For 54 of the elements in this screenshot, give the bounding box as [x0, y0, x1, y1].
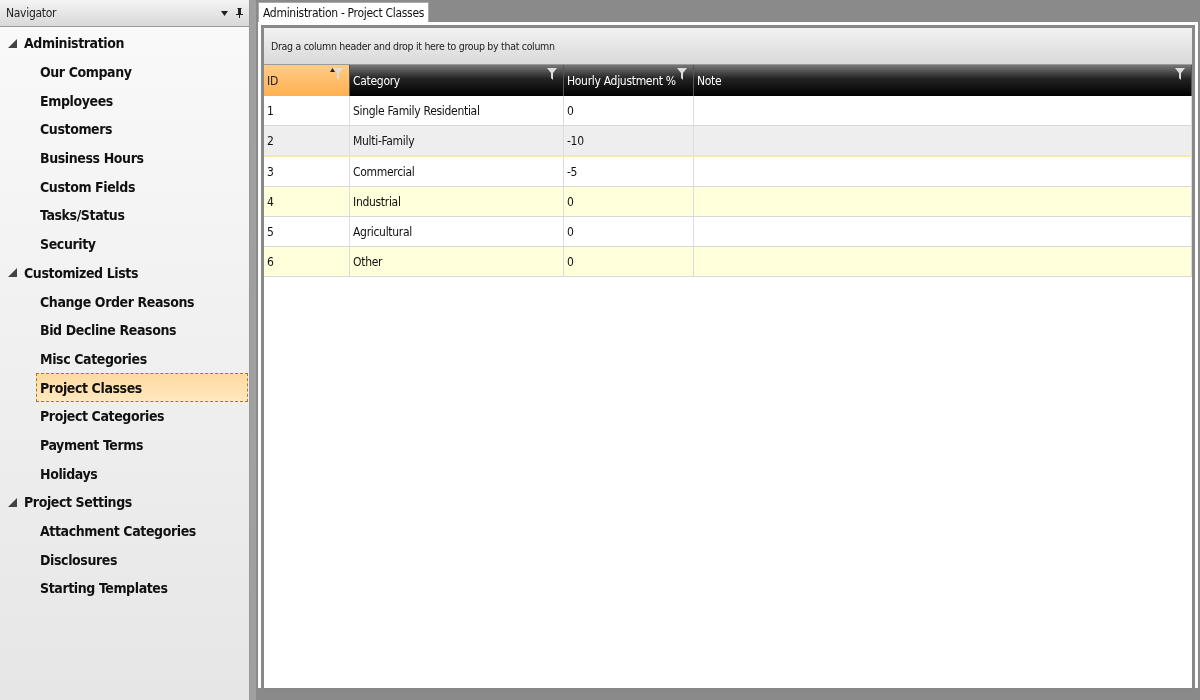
pin-icon[interactable] — [236, 8, 243, 18]
tree-item[interactable]: Change Order Reasons — [0, 287, 249, 316]
dropdown-icon[interactable] — [221, 10, 228, 16]
expand-arrow-icon[interactable] — [8, 38, 17, 48]
tree-item[interactable]: Attachment Categories — [0, 516, 249, 546]
sort-arrow-icon — [330, 68, 335, 72]
table-cell: 6 — [267, 254, 274, 269]
tree-item[interactable]: Employees — [0, 86, 249, 116]
tree-item[interactable]: Customers — [0, 115, 249, 144]
panel-title: Navigator — [6, 6, 57, 20]
filter-icon[interactable] — [1175, 68, 1185, 80]
tree-item[interactable]: Custom Fields — [0, 172, 249, 202]
table-cell: Other — [353, 254, 383, 269]
tree-group[interactable]: Customized Lists — [0, 258, 249, 288]
table-cell: 2 — [267, 133, 274, 148]
tree-item[interactable]: Security — [0, 229, 249, 259]
group-panel: Drag a column header and drop it here to group by that column — [264, 28, 1192, 65]
table-cell: 4 — [267, 194, 274, 209]
table-cell: 0 — [567, 224, 574, 239]
tree-item[interactable]: Payment Terms — [0, 430, 249, 460]
table-cell: -10 — [567, 133, 584, 148]
table-cell: Commercial — [353, 164, 415, 179]
tree-item[interactable]: Starting Templates — [0, 574, 249, 603]
column-header[interactable]: ID — [264, 65, 350, 96]
table-cell: Multi-Family — [353, 133, 415, 148]
column-header[interactable]: Note — [693, 65, 1192, 96]
table-cell: 0 — [567, 194, 574, 209]
tree-item[interactable]: Bid Decline Reasons — [0, 315, 249, 345]
filter-icon[interactable] — [547, 68, 557, 80]
table-cell: Agricultural — [353, 224, 412, 239]
document-tab[interactable]: Administration - Project Classes — [258, 2, 430, 22]
table-cell: 0 — [567, 254, 574, 269]
expand-arrow-icon[interactable] — [8, 497, 17, 507]
table-cell: -5 — [567, 164, 578, 179]
tree-group[interactable]: Administration — [0, 29, 249, 58]
tree-item[interactable]: Holidays — [0, 459, 249, 488]
tree-item[interactable]: Misc Categories — [0, 344, 249, 374]
tree-item[interactable]: Our Company — [0, 57, 249, 87]
table-cell: 5 — [267, 224, 274, 239]
column-header[interactable]: Hourly Adjustment % — [563, 65, 694, 96]
tree-item[interactable]: Project Categories — [0, 401, 249, 431]
expand-arrow-icon[interactable] — [8, 268, 17, 278]
table-cell: Industrial — [353, 194, 401, 209]
tree-item[interactable]: Tasks/Status — [0, 201, 249, 230]
tree-group[interactable]: Project Settings — [0, 488, 249, 517]
table-cell: 3 — [267, 164, 274, 179]
filter-icon[interactable] — [677, 68, 687, 80]
table-cell: 0 — [567, 103, 574, 118]
column-header[interactable]: Category — [349, 65, 564, 96]
tree-item[interactable]: Project Classes — [36, 373, 248, 402]
tree-item[interactable]: Disclosures — [0, 545, 249, 575]
table-cell: 1 — [267, 103, 274, 118]
table-cell: Single Family Residential — [353, 103, 480, 118]
tree-item[interactable]: Business Hours — [0, 143, 249, 173]
